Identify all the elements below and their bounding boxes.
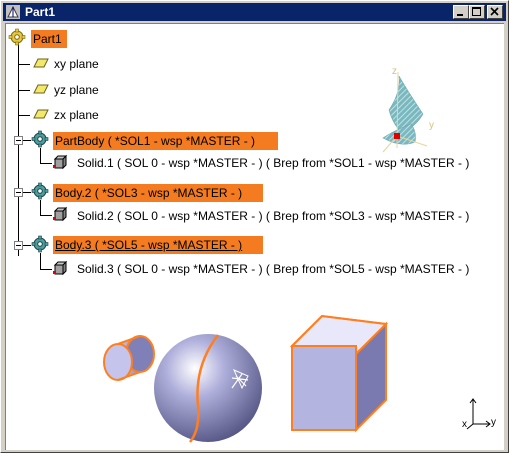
tree-item-body-3[interactable]: Body.3 ( *SOL5 - wsp *MASTER - ) bbox=[55, 238, 242, 252]
tree-item-solid-3[interactable]: Solid.3 ( SOL 0 - wsp *MASTER - ) ( Brep… bbox=[77, 262, 469, 276]
tree-item-solid-1[interactable]: Solid.1 ( SOL 0 - wsp *MASTER - ) ( Brep… bbox=[77, 156, 469, 170]
tree-item-body-2[interactable]: Body.2 ( *SOL3 - wsp *MASTER - ) bbox=[55, 186, 242, 200]
collapse-body2-button[interactable] bbox=[14, 188, 23, 197]
zx-plane-icon bbox=[33, 109, 49, 119]
close-icon bbox=[490, 7, 499, 16]
solid-icon bbox=[53, 154, 68, 170]
title-bar[interactable]: Part1 bbox=[3, 3, 506, 21]
solid-icon bbox=[53, 206, 68, 222]
compass-z-label: z bbox=[392, 66, 397, 77]
specification-tree-area[interactable]: Part1 xy plane yz plane zx plane PartBod… bbox=[5, 23, 504, 450]
sphere-solid[interactable] bbox=[154, 334, 262, 443]
part-window: Part1 Part1 xy plane yz plane zx plane P… bbox=[0, 0, 509, 453]
box-solid[interactable] bbox=[289, 314, 389, 433]
axis-y-label: y bbox=[491, 417, 496, 428]
axis-x-label: x bbox=[462, 419, 467, 430]
compass-y-label: y bbox=[429, 120, 434, 131]
tree-item-partbody[interactable]: PartBody ( *SOL1 - wsp *MASTER - ) bbox=[55, 134, 255, 148]
tree-item-zx-plane[interactable]: zx plane bbox=[54, 108, 99, 122]
part-gear-icon bbox=[8, 28, 26, 46]
body-gear-icon bbox=[31, 130, 49, 148]
body-gear-icon bbox=[31, 235, 49, 253]
app-icon bbox=[6, 5, 20, 19]
tree-item-solid-2[interactable]: Solid.2 ( SOL 0 - wsp *MASTER - ) ( Brep… bbox=[77, 209, 469, 223]
close-button[interactable] bbox=[487, 5, 503, 19]
xy-plane-icon bbox=[33, 58, 49, 68]
minimize-icon bbox=[457, 14, 463, 16]
cylinder-solid[interactable] bbox=[103, 335, 155, 381]
3d-viewport[interactable] bbox=[96, 286, 396, 446]
solid-icon bbox=[53, 260, 68, 276]
tree-root-part1[interactable]: Part1 bbox=[33, 32, 62, 46]
maximize-button[interactable] bbox=[469, 5, 485, 19]
compass-icon[interactable] bbox=[361, 66, 441, 156]
tree-item-xy-plane[interactable]: xy plane bbox=[54, 57, 99, 71]
yz-plane-icon bbox=[33, 84, 49, 94]
window-title: Part1 bbox=[25, 5, 56, 19]
collapse-partbody-button[interactable] bbox=[14, 136, 23, 145]
maximize-icon bbox=[472, 7, 481, 16]
tree-item-yz-plane[interactable]: yz plane bbox=[54, 83, 99, 97]
body-gear-icon bbox=[31, 182, 49, 200]
collapse-body3-button[interactable] bbox=[14, 241, 23, 250]
minimize-button[interactable] bbox=[453, 5, 469, 19]
